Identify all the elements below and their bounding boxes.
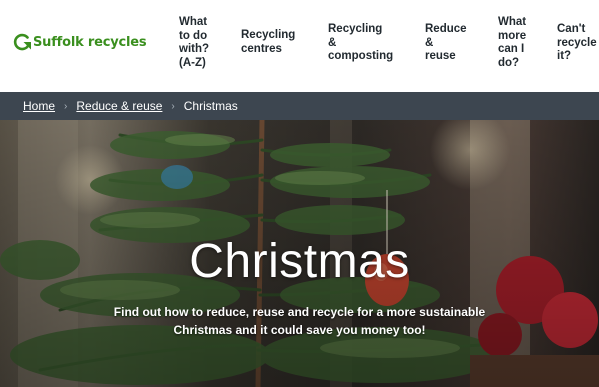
hero-subtitle-line: Find out how to reduce, reuse and recycl…	[113, 305, 486, 319]
breadcrumb: Home › Reduce & reuse › Christmas	[0, 92, 599, 120]
nav-label-line: reuse	[425, 50, 456, 62]
nav-label-line: can I	[498, 43, 525, 55]
nav-label-line: &	[328, 36, 337, 49]
breadcrumb-current: Christmas	[183, 99, 238, 113]
nav-label-line: it?	[557, 50, 572, 62]
nav-label-line: Recycling	[328, 23, 383, 35]
nav-label-line: to do	[179, 29, 208, 42]
nav-cant-recycle-it[interactable]: Can't recycle it?	[557, 23, 597, 64]
nav-label-line: with?	[179, 43, 210, 55]
nav-label-line: do?	[498, 56, 520, 69]
nav-label-line: Can't	[557, 23, 586, 35]
site-header: Suffolk recycles What to do with? (A-Z) …	[0, 0, 599, 92]
hero-subtitle-line: Christmas and it could save you money to…	[173, 323, 426, 337]
recycle-arrow-icon	[13, 33, 31, 51]
nav-label-line: &	[425, 36, 434, 49]
nav-what-to-do-with[interactable]: What to do with? (A-Z)	[179, 16, 209, 70]
nav-what-more-can-i-do[interactable]: What more can I do?	[498, 16, 526, 70]
breadcrumb-reduce-reuse-link[interactable]: Reduce & reuse	[76, 99, 162, 113]
breadcrumb-separator-icon: ›	[171, 100, 175, 112]
nav-label-line: composting	[328, 50, 394, 62]
nav-label-line: (A-Z)	[179, 56, 206, 69]
page-title: Christmas	[189, 235, 410, 288]
nav-label-line: What	[498, 16, 527, 28]
suffolk-recycles-logo[interactable]: Suffolk recycles	[12, 32, 147, 52]
nav-label-line: Reduce	[425, 23, 467, 35]
breadcrumb-home-link[interactable]: Home	[23, 99, 55, 113]
nav-label-line: What	[179, 16, 208, 28]
nav-label-line: more	[498, 29, 527, 42]
nav-recycling-composting[interactable]: Recycling & composting	[328, 23, 393, 64]
nav-reduce-reuse[interactable]: Reduce & reuse	[425, 23, 467, 64]
nav-label-line: recycle	[557, 36, 597, 49]
nav-label-line: centres	[241, 42, 282, 55]
breadcrumb-separator-icon: ›	[64, 100, 68, 112]
nav-label-line: Recycling	[241, 29, 296, 41]
logo-text: Suffolk recycles	[33, 34, 147, 50]
nav-recycling-centres[interactable]: Recycling centres	[241, 29, 295, 56]
hero-subtitle: Find out how to reduce, reuse and recycl…	[0, 303, 599, 339]
hero-banner: Christmas Find out how to reduce, reuse …	[0, 120, 599, 387]
